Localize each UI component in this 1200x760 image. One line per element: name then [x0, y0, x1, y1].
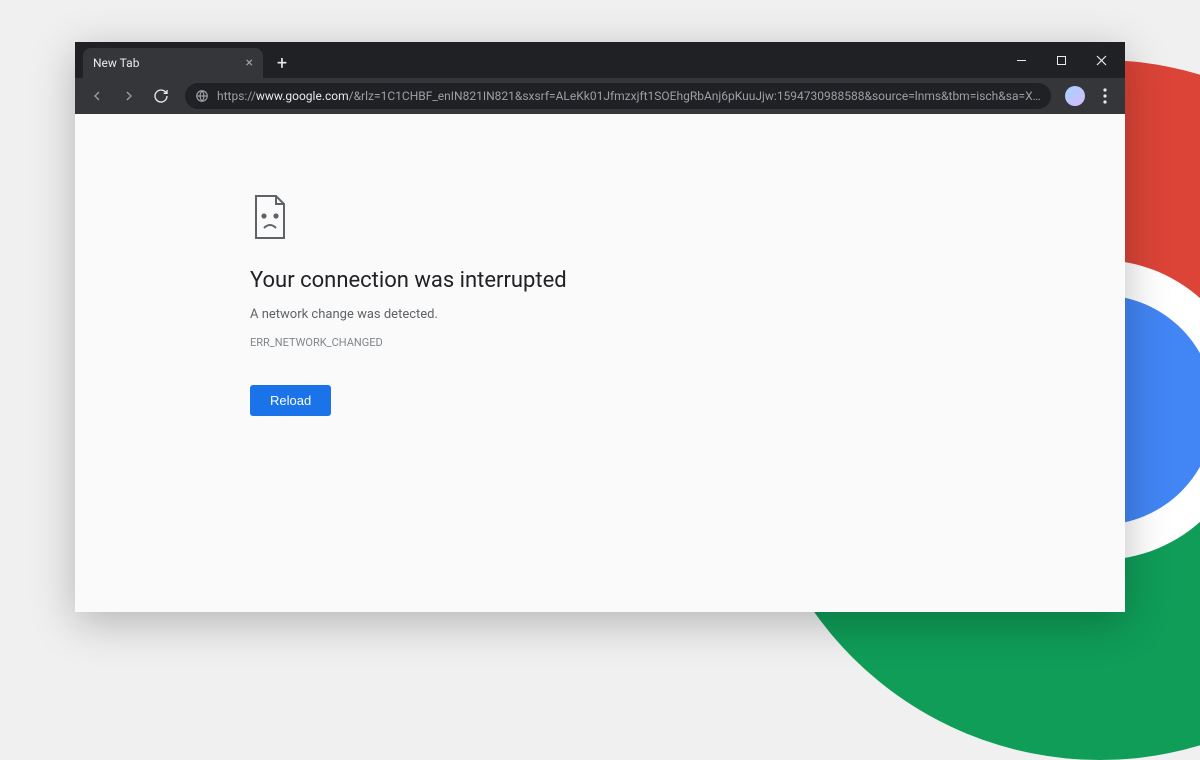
close-window-button[interactable] — [1081, 45, 1121, 75]
browser-window: New Tab × + — [75, 42, 1125, 612]
new-tab-button[interactable]: + — [269, 50, 295, 76]
reload-nav-button[interactable] — [147, 82, 175, 110]
address-bar[interactable]: https://www.google.com/&rlz=1C1CHBF_enIN… — [185, 83, 1051, 109]
minimize-button[interactable] — [1001, 45, 1041, 75]
browser-tab[interactable]: New Tab × — [83, 48, 263, 78]
window-controls — [1001, 42, 1121, 78]
url-text: https://www.google.com/&rlz=1C1CHBF_enIN… — [217, 89, 1041, 103]
tab-title: New Tab — [93, 56, 139, 70]
maximize-button[interactable] — [1041, 45, 1081, 75]
back-button[interactable] — [83, 82, 111, 110]
menu-button[interactable] — [1093, 84, 1117, 108]
error-heading: Your connection was interrupted — [250, 268, 1125, 293]
toolbar: https://www.google.com/&rlz=1C1CHBF_enIN… — [75, 78, 1125, 114]
url-scheme: https:// — [217, 89, 256, 103]
profile-avatar[interactable] — [1065, 86, 1085, 106]
close-tab-icon[interactable]: × — [246, 56, 253, 70]
error-subtext: A network change was detected. — [250, 307, 1125, 322]
tab-strip: New Tab × + — [75, 42, 1125, 78]
error-page: Your connection was interrupted A networ… — [75, 114, 1125, 612]
reload-button[interactable]: Reload — [250, 385, 331, 416]
site-info-icon[interactable] — [195, 89, 209, 103]
url-host: www.google.com — [256, 89, 349, 103]
sad-page-icon — [250, 194, 1125, 244]
url-path: /&rlz=1C1CHBF_enIN821IN821&sxsrf=ALeKk01… — [349, 89, 1041, 103]
forward-button[interactable] — [115, 82, 143, 110]
error-code: ERR_NETWORK_CHANGED — [250, 336, 1125, 349]
